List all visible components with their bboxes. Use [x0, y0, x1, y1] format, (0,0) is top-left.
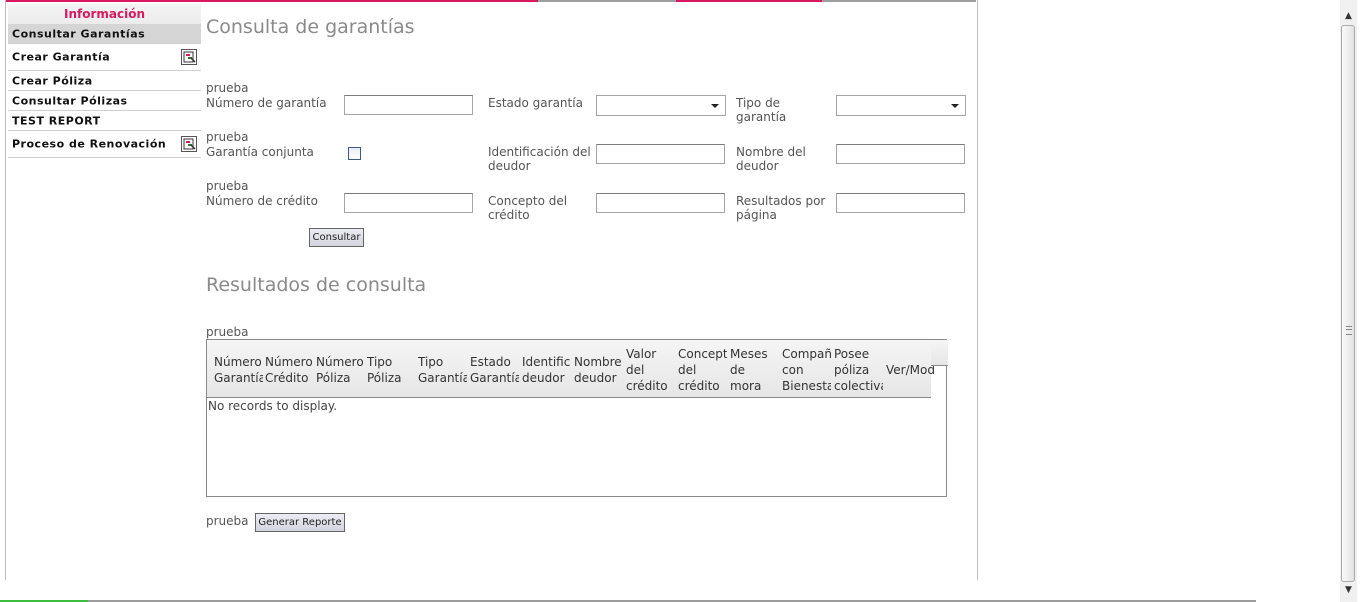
tipo-garantia-select[interactable] [836, 95, 966, 116]
column-header-valor-credito[interactable]: Valor del crédito [626, 346, 675, 394]
column-header-compania-bienestar[interactable]: Compañía con Bienestar [782, 346, 831, 394]
sidebar-header: Información [8, 4, 201, 24]
garantia-conjunta-checkbox[interactable] [348, 147, 361, 160]
sidebar-item-label: Proceso de Renovación [12, 137, 167, 151]
sidebar-item-proceso-renovacion[interactable]: Proceso de Renovación [8, 131, 201, 158]
sidebar-item-label: Crear Póliza [12, 74, 93, 87]
column-header-numero-credito[interactable]: Número Crédito [265, 346, 314, 394]
page-scrollbar[interactable]: ▲ ▼ [1340, 0, 1357, 602]
grip-icon [1346, 326, 1352, 335]
results-prefix: prueba [206, 325, 249, 339]
tipo-garantia-label: Tipo de garantía [736, 96, 787, 124]
consultar-button[interactable]: Consultar [309, 228, 364, 247]
nombre-deudor-label: Nombre del deudor [736, 145, 806, 173]
column-header-posee-poliza-colectiva[interactable]: Posee póliza colectiva [834, 346, 883, 394]
numero-credito-input[interactable] [344, 193, 473, 213]
numero-garantia-label: Número de garantía [206, 96, 327, 110]
column-header-tipo-poliza[interactable]: Tipo Póliza [367, 346, 416, 394]
concepto-credito-label: Concepto del crédito [488, 194, 568, 222]
row-prefix: prueba [206, 130, 249, 144]
numero-garantia-input[interactable] [344, 95, 473, 115]
column-header-identificacion-deudor[interactable]: Identificación deudor [522, 346, 571, 394]
resultados-pagina-label: Resultados por página [736, 194, 826, 222]
column-header-numero-garantia[interactable]: Número Garantía [214, 346, 263, 394]
sidebar-item-label: Consultar Garantías [12, 27, 146, 40]
row-prefix: prueba [206, 81, 249, 95]
sidebar-item-test-report[interactable]: TEST REPORT [8, 111, 201, 131]
sidebar-item-consultar-polizas[interactable]: Consultar Pólizas [8, 91, 201, 111]
column-header-estado-garantia[interactable]: Estado Garantía [470, 346, 519, 394]
sidebar-item-label: TEST REPORT [12, 114, 101, 127]
report-app-icon[interactable] [181, 49, 197, 65]
sidebar-item-label: Consultar Pólizas [12, 94, 128, 107]
scroll-up-arrow-icon[interactable]: ▲ [1340, 8, 1357, 25]
results-title: Resultados de consulta [206, 274, 427, 296]
estado-garantia-select[interactable] [596, 95, 726, 116]
main-content: Consulta de garantías prueba Número de g… [206, 0, 971, 580]
numero-credito-label: Número de crédito [206, 194, 318, 208]
results-grid: Número Garantía Número Crédito Número Pó… [206, 339, 948, 497]
row-prefix: prueba [206, 179, 249, 193]
column-header-numero-poliza[interactable]: Número Póliza [316, 346, 365, 394]
identificacion-deudor-input[interactable] [596, 144, 725, 164]
column-header-concepto-credito[interactable]: Concepto del crédito [678, 346, 727, 394]
concepto-credito-input[interactable] [596, 193, 725, 213]
estado-garantia-label: Estado garantía [488, 96, 583, 110]
grid-header-scroll-filler [931, 340, 948, 366]
scroll-down-arrow-icon[interactable]: ▼ [1340, 582, 1357, 599]
column-header-tipo-garantia[interactable]: Tipo Garantía [418, 346, 467, 394]
report-prefix: prueba [206, 514, 249, 528]
sidebar-item-consultar-garantias[interactable]: Consultar Garantías [8, 24, 201, 44]
nombre-deudor-input[interactable] [836, 144, 965, 164]
resultados-pagina-input[interactable] [836, 193, 965, 213]
column-header-nombre-deudor[interactable]: Nombre deudor [574, 346, 623, 394]
chevron-down-icon [711, 104, 719, 108]
generar-reporte-button[interactable]: Generar Reporte [255, 513, 345, 532]
scroll-thumb[interactable] [1341, 25, 1355, 582]
garantia-conjunta-label: Garantía conjunta [206, 145, 314, 159]
identificacion-deudor-label: Identificación del deudor [488, 145, 591, 173]
empty-message: No records to display. [208, 399, 338, 413]
column-header-meses-mora[interactable]: Meses de mora [730, 346, 779, 394]
grid-header: Número Garantía Número Crédito Número Pó… [207, 340, 948, 398]
page-title: Consulta de garantías [206, 16, 415, 38]
sidebar-menu: Información Consultar Garantías Crear Ga… [8, 4, 201, 158]
column-header-ver-modificar[interactable]: Ver/Modificar [886, 346, 935, 394]
sidebar-item-label: Crear Garantía [12, 50, 111, 64]
report-app-icon[interactable] [181, 136, 197, 152]
chevron-down-icon [951, 104, 959, 108]
sidebar-item-crear-garantia[interactable]: Crear Garantía [8, 44, 201, 71]
sidebar-item-crear-poliza[interactable]: Crear Póliza [8, 71, 201, 91]
